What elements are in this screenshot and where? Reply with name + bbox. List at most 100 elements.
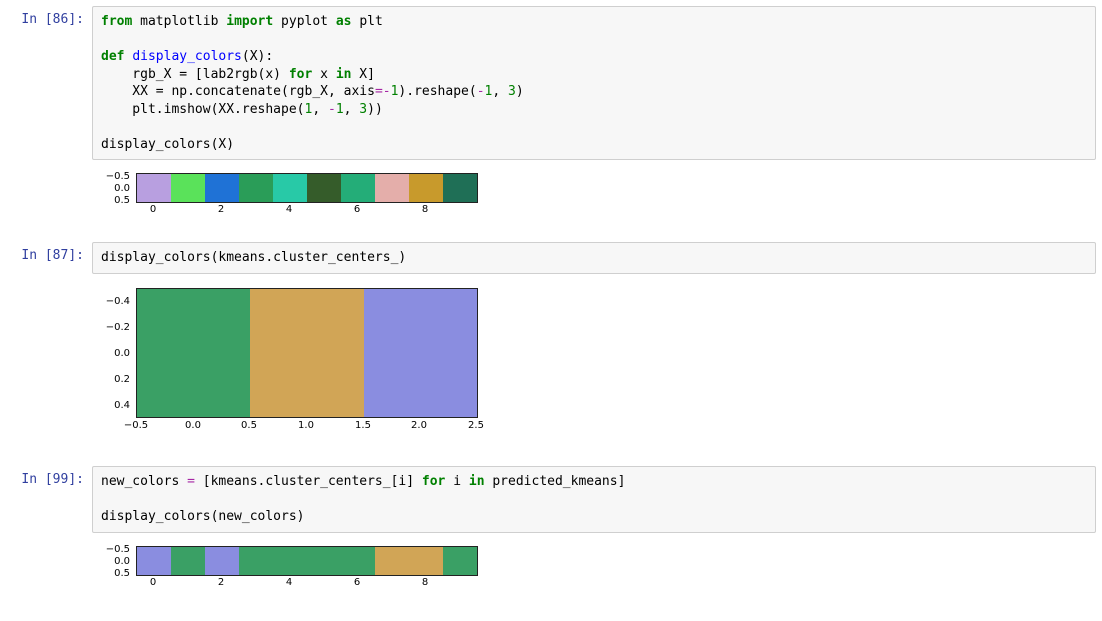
output-cell-86: . −0.5 0.0 0.5 0 2 4 6 xyxy=(6,164,1096,224)
swatch xyxy=(273,174,307,202)
ytick: 0.5 xyxy=(100,195,130,206)
swatch xyxy=(375,547,409,575)
ytick: 0.0 xyxy=(100,348,130,359)
tok: - xyxy=(477,84,485,99)
tok: display_colors(X) xyxy=(101,137,234,152)
xtick: 2 xyxy=(218,577,224,588)
swatch xyxy=(307,547,341,575)
tok: new_colors xyxy=(101,474,187,489)
swatch xyxy=(171,174,205,202)
tok: display_colors(new_colors) xyxy=(101,509,305,524)
tok: x xyxy=(312,67,335,82)
tok: X] xyxy=(351,67,374,82)
swatch xyxy=(273,547,307,575)
xtick: −0.5 xyxy=(124,420,148,431)
ytick: −0.5 xyxy=(100,171,130,182)
prompt-86: In [86]: xyxy=(6,6,92,160)
xtick: 6 xyxy=(354,204,360,215)
xtick: 2 xyxy=(218,204,224,215)
swatch xyxy=(341,547,375,575)
tok: ).reshape( xyxy=(398,84,476,99)
xtick: 0.0 xyxy=(185,420,201,431)
plot-output-86: −0.5 0.0 0.5 0 2 4 6 8 xyxy=(92,164,1096,224)
plot-output-99: −0.5 0.0 0.5 0 2 4 6 8 xyxy=(92,537,1096,597)
swatch xyxy=(205,547,239,575)
tok: XX = np.concatenate(rgb_X, axis xyxy=(101,84,375,99)
xtick: 0 xyxy=(150,204,156,215)
tok: 3 xyxy=(508,84,516,99)
swatch xyxy=(137,289,250,417)
prompt-87: In [87]: xyxy=(6,242,92,274)
xtick: 0 xyxy=(150,577,156,588)
tok: predicted_kmeans] xyxy=(485,474,626,489)
tok: , xyxy=(312,102,328,117)
ytick: −0.4 xyxy=(100,296,130,307)
tok: 3 xyxy=(359,102,367,117)
ytick: −0.2 xyxy=(100,322,130,333)
tok: , xyxy=(492,84,508,99)
swatch xyxy=(239,174,273,202)
swatch xyxy=(205,174,239,202)
tok: )) xyxy=(367,102,383,117)
prompt-blank: . xyxy=(6,164,92,224)
tok: plt xyxy=(359,14,382,29)
tok: rgb_X = [lab2rgb(x) xyxy=(101,67,289,82)
code-cell-99: In [99]: new_colors = [kmeans.cluster_ce… xyxy=(6,466,1096,533)
swatch xyxy=(443,547,477,575)
tok: , xyxy=(344,102,360,117)
kw-from: from xyxy=(101,14,132,29)
xtick: 6 xyxy=(354,577,360,588)
swatch xyxy=(409,547,443,575)
tok: pyplot xyxy=(281,14,328,29)
xtick: 2.5 xyxy=(468,420,484,431)
output-cell-99: . −0.5 0.0 0.5 0 2 4 6 xyxy=(6,537,1096,597)
kw-def: def xyxy=(101,49,124,64)
xtick: 4 xyxy=(286,577,292,588)
swatch xyxy=(364,289,477,417)
code-input-86[interactable]: from matplotlib import pyplot as plt def… xyxy=(92,6,1096,160)
swatch xyxy=(137,547,171,575)
prompt-blank: . xyxy=(6,278,92,448)
swatch xyxy=(307,174,341,202)
kw-for: for xyxy=(289,67,312,82)
code-input-99[interactable]: new_colors = [kmeans.cluster_centers_[i]… xyxy=(92,466,1096,533)
swatch xyxy=(239,547,273,575)
xtick: 2.0 xyxy=(411,420,427,431)
code-input-87[interactable]: display_colors(kmeans.cluster_centers_) xyxy=(92,242,1096,274)
swatch xyxy=(409,174,443,202)
xtick: 4 xyxy=(286,204,292,215)
xtick: 8 xyxy=(422,204,428,215)
kw-for: for xyxy=(422,474,445,489)
swatch xyxy=(250,289,363,417)
ytick: −0.5 xyxy=(100,544,130,555)
code-cell-87: In [87]: display_colors(kmeans.cluster_c… xyxy=(6,242,1096,274)
prompt-blank: . xyxy=(6,537,92,597)
kw-in: in xyxy=(469,474,485,489)
tok: 1 xyxy=(336,102,344,117)
fn-name: display_colors xyxy=(132,49,242,64)
swatch xyxy=(171,547,205,575)
swatch xyxy=(443,174,477,202)
tok: (X): xyxy=(242,49,273,64)
tok: matplotlib xyxy=(140,14,218,29)
xtick: 1.0 xyxy=(298,420,314,431)
output-cell-87: . −0.4 −0.2 0.0 0.2 0.4 −0.5 0.0 0.5 1.0… xyxy=(6,278,1096,448)
tok: = xyxy=(375,84,383,99)
tok: i xyxy=(445,474,468,489)
xtick: 1.5 xyxy=(355,420,371,431)
kw-in: in xyxy=(336,67,352,82)
ytick: 0.0 xyxy=(100,556,130,567)
tok: plt.imshow(XX.reshape( xyxy=(101,102,305,117)
ytick: 0.5 xyxy=(100,568,130,579)
prompt-99: In [99]: xyxy=(6,466,92,533)
tok: - xyxy=(383,84,391,99)
tok: ) xyxy=(516,84,524,99)
swatch xyxy=(137,174,171,202)
ytick: 0.2 xyxy=(100,374,130,385)
code-cell-86: In [86]: from matplotlib import pyplot a… xyxy=(6,6,1096,160)
tok: [kmeans.cluster_centers_[i] xyxy=(195,474,422,489)
ytick: 0.4 xyxy=(100,400,130,411)
tok: display_colors(kmeans.cluster_centers_) xyxy=(101,250,406,265)
swatch xyxy=(375,174,409,202)
kw-as: as xyxy=(336,14,352,29)
